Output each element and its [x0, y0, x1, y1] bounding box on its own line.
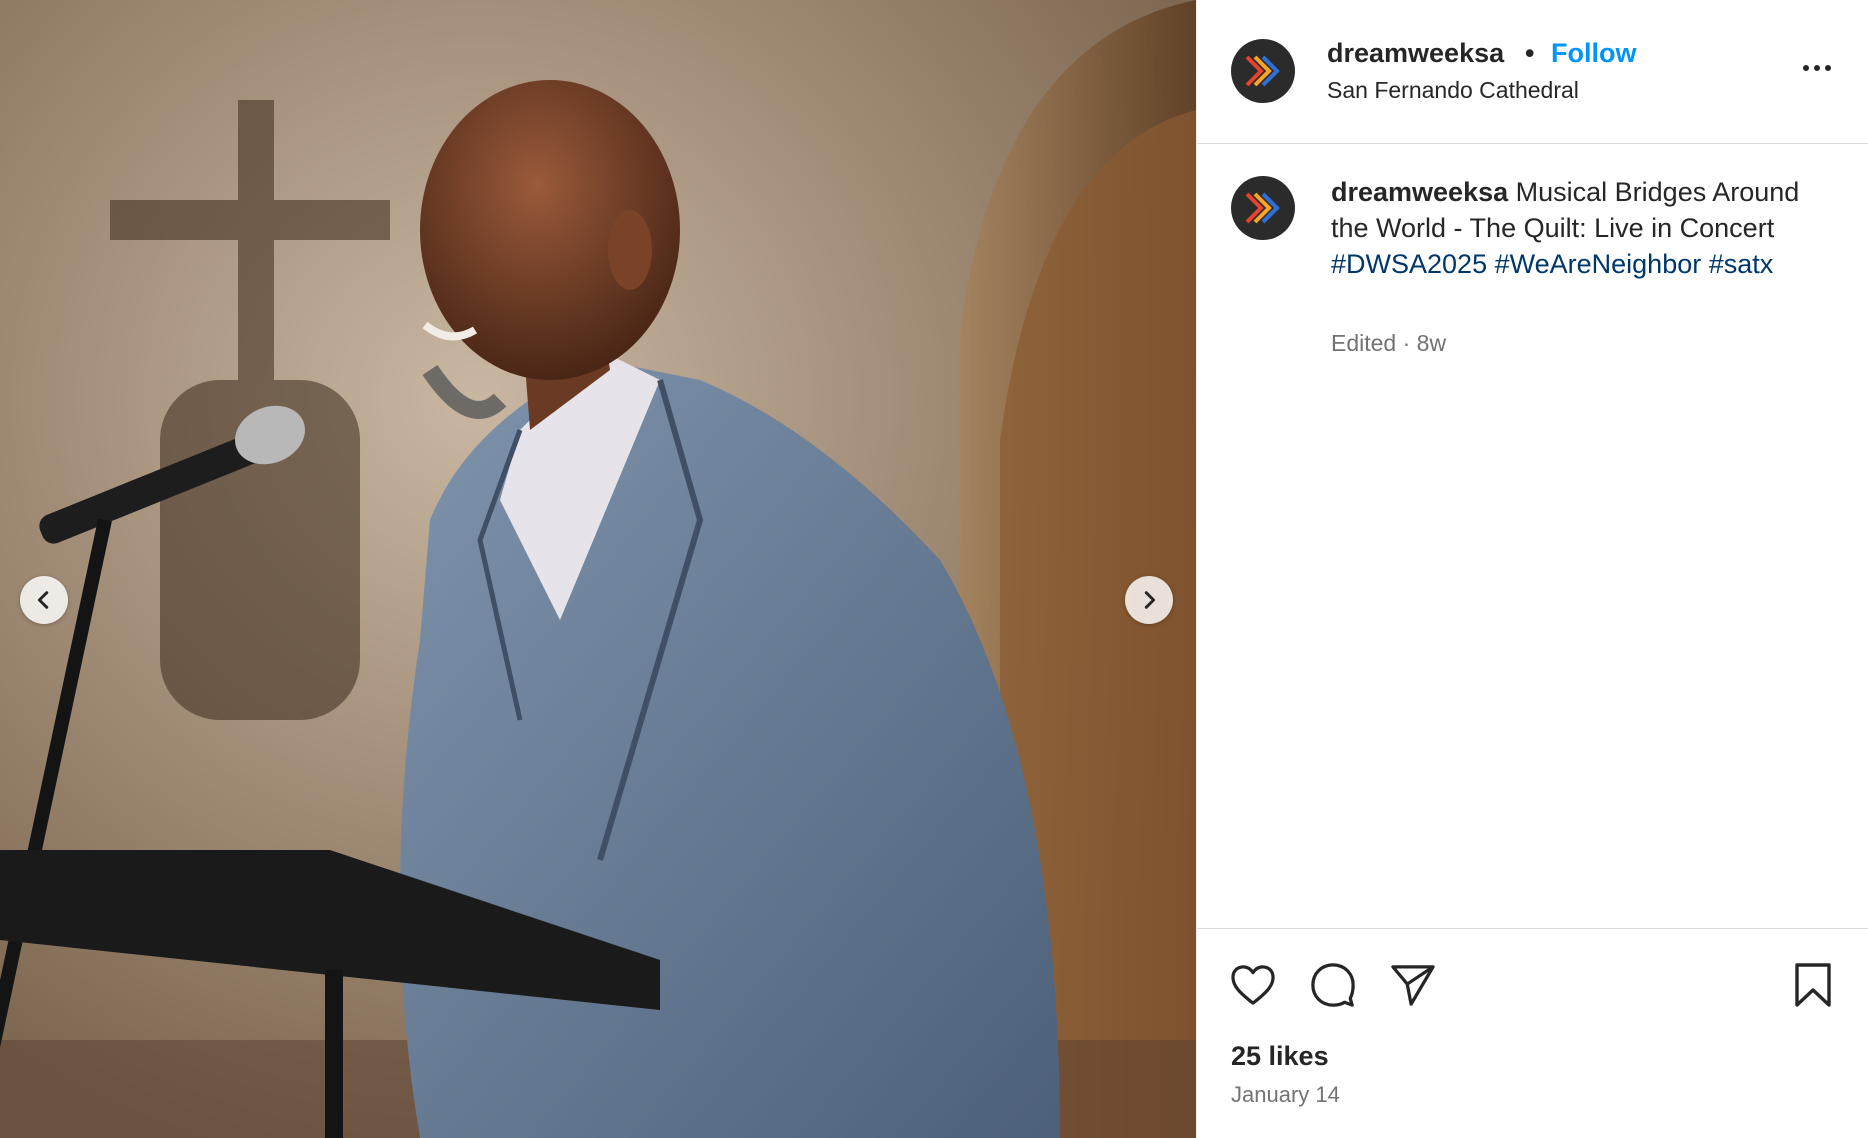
follow-button[interactable]: Follow — [1551, 38, 1636, 69]
post-date[interactable]: January 14 — [1231, 1082, 1340, 1108]
dreamweeksa-logo-icon — [1245, 192, 1280, 224]
instagram-post: dreamweeksa • Follow San Fernando Cathed… — [0, 0, 1868, 1138]
header-separator: • — [1525, 38, 1535, 68]
edited-label: Edited — [1331, 330, 1397, 356]
dreamweeksa-logo-icon — [1245, 55, 1280, 87]
chevron-left-icon — [37, 591, 49, 609]
hashtag-link[interactable]: #DWSA2025 — [1331, 249, 1487, 279]
caption-avatar[interactable] — [1231, 176, 1295, 240]
send-icon — [1391, 965, 1435, 1006]
meta-separator: · — [1402, 330, 1411, 356]
post-actions: 25 likes January 14 — [1197, 928, 1868, 1138]
post-username[interactable]: dreamweeksa — [1327, 38, 1504, 69]
caption-username[interactable]: dreamweeksa — [1331, 177, 1508, 207]
profile-avatar[interactable] — [1231, 39, 1295, 103]
chevron-right-icon — [1144, 591, 1156, 609]
comment-button[interactable] — [1307, 959, 1359, 1011]
comment-icon — [1311, 963, 1355, 1007]
more-options-icon — [1825, 65, 1831, 71]
post-photo[interactable] — [0, 0, 1196, 1138]
like-button[interactable] — [1227, 959, 1279, 1011]
more-options-button[interactable] — [1793, 56, 1841, 80]
previous-photo-button[interactable] — [20, 576, 68, 624]
hashtag-link[interactable]: #satx — [1709, 249, 1774, 279]
post-caption: dreamweeksa Musical Bridges Around the W… — [1331, 174, 1831, 282]
more-options-icon — [1803, 65, 1809, 71]
heart-icon — [1231, 965, 1275, 1005]
post-location[interactable]: San Fernando Cathedral — [1327, 77, 1579, 104]
save-button[interactable] — [1787, 959, 1839, 1011]
next-photo-button[interactable] — [1125, 576, 1173, 624]
caption-meta: Edited · 8w — [1331, 330, 1446, 357]
more-options-icon — [1814, 65, 1820, 71]
post-header: dreamweeksa • Follow San Fernando Cathed… — [1197, 0, 1868, 144]
photo-speaker-at-microphone — [0, 0, 1196, 1138]
share-button[interactable] — [1387, 959, 1439, 1011]
caption-block: dreamweeksa Musical Bridges Around the W… — [1197, 144, 1868, 928]
hashtag-link[interactable]: #WeAreNeighbor — [1495, 249, 1702, 279]
post-age[interactable]: 8w — [1417, 330, 1446, 356]
likes-count[interactable]: 25 likes — [1231, 1041, 1329, 1072]
post-side-panel: dreamweeksa • Follow San Fernando Cathed… — [1196, 0, 1868, 1138]
bookmark-icon — [1795, 963, 1831, 1007]
